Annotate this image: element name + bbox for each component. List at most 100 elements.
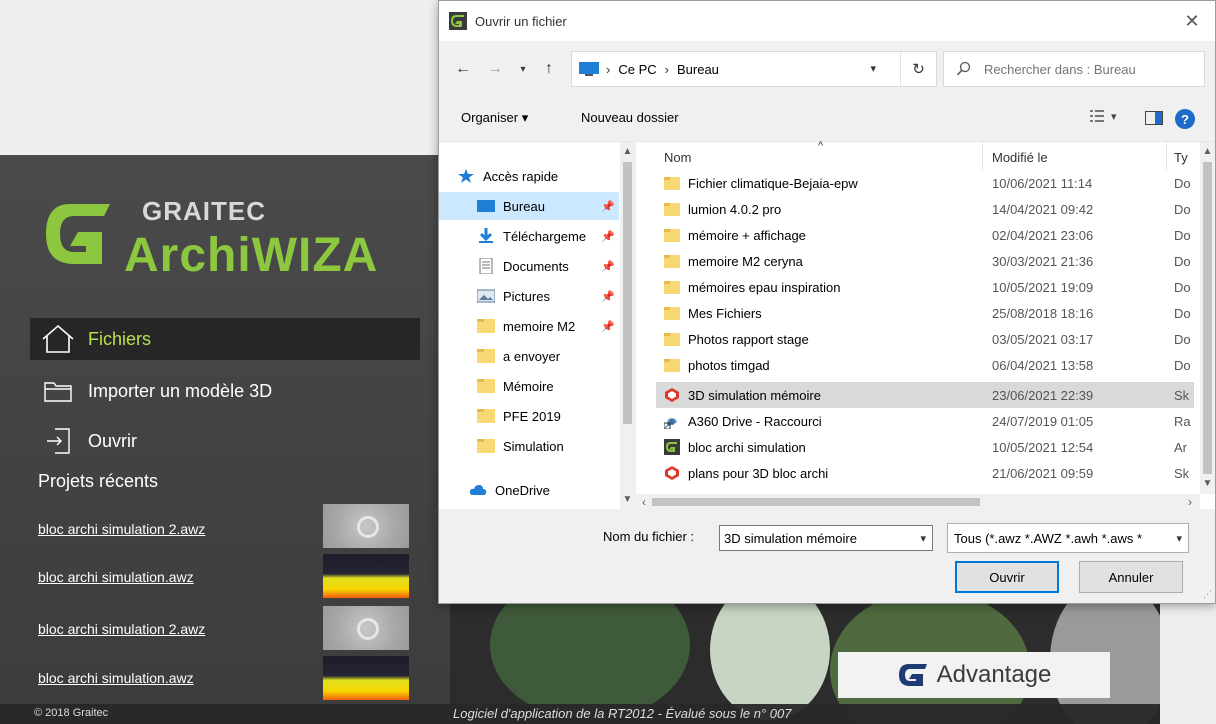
nav-item-downloads[interactable]: Téléchargeme 📌: [439, 222, 619, 250]
file-date: 23/06/2021 22:39: [992, 387, 1094, 403]
file-row[interactable]: Photos rapport stage 03/05/2021 03:17 Do: [656, 326, 1194, 352]
open-button[interactable]: Ouvrir: [955, 561, 1059, 593]
recent-project-thumbnail[interactable]: [323, 554, 409, 598]
nav-item-label: Téléchargeme: [503, 228, 587, 244]
up-arrow-icon[interactable]: ↑: [537, 57, 561, 81]
file-row[interactable]: plans pour 3D bloc archi 21/06/2021 09:5…: [656, 460, 1194, 486]
column-separator[interactable]: [1166, 142, 1167, 170]
nav-item-folder[interactable]: memoire M2 📌: [439, 312, 619, 340]
scrollbar-thumb[interactable]: [623, 162, 632, 424]
nav-fichiers[interactable]: Fichiers: [30, 318, 420, 360]
forward-arrow-icon[interactable]: →: [483, 57, 507, 81]
search-box[interactable]: [943, 51, 1205, 87]
scrollbar-thumb[interactable]: [1203, 162, 1212, 474]
scroll-down-icon[interactable]: ▼: [620, 492, 635, 507]
column-header-modified[interactable]: Modifié le: [992, 150, 1048, 165]
scroll-left-icon[interactable]: ‹: [636, 494, 652, 510]
close-icon[interactable]: ✕: [1169, 1, 1215, 41]
file-row-selected[interactable]: 3D simulation mémoire 23/06/2021 22:39 S…: [656, 382, 1194, 408]
file-row[interactable]: A360 Drive - Raccourci 24/07/2019 01:05 …: [656, 408, 1194, 434]
folder-icon: [664, 307, 680, 320]
desktop-icon: [477, 200, 495, 212]
file-type-select[interactable]: Tous (*.awz *.AWZ *.awh *.aws * ▾: [947, 523, 1189, 553]
dialog-titlebar[interactable]: Ouvrir un fichier ✕: [439, 1, 1215, 41]
scroll-up-icon[interactable]: ▲: [1200, 144, 1215, 159]
nav-item-folder[interactable]: PFE 2019: [439, 402, 619, 430]
help-icon[interactable]: ?: [1175, 109, 1195, 129]
breadcrumb-folder[interactable]: Bureau: [677, 62, 719, 77]
nav-item-folder[interactable]: Simulation: [439, 432, 619, 460]
recent-project-link[interactable]: bloc archi simulation.awz: [38, 670, 194, 686]
file-row[interactable]: bloc archi simulation 10/05/2021 12:54 A…: [656, 434, 1194, 460]
nav-item-onedrive[interactable]: OneDrive: [439, 476, 619, 504]
nav-item-folder[interactable]: Mémoire: [439, 372, 619, 400]
file-row[interactable]: memoire M2 ceryna 30/03/2021 21:36 Do: [656, 248, 1194, 274]
scrollbar-thumb[interactable]: [652, 498, 980, 506]
folder-icon: [477, 409, 495, 423]
file-name-input[interactable]: [724, 530, 904, 546]
recent-project-link[interactable]: bloc archi simulation 2.awz: [38, 521, 205, 537]
file-row[interactable]: Fichier climatique-Bejaia-epw 10/06/2021…: [656, 170, 1194, 196]
file-row[interactable]: mémoire + affichage 02/04/2021 23:06 Do: [656, 222, 1194, 248]
nav-item-label: Simulation: [503, 438, 564, 454]
nav-item-pictures[interactable]: Pictures 📌: [439, 282, 619, 310]
file-name-combobox[interactable]: ▾: [719, 525, 933, 551]
back-arrow-icon[interactable]: ←: [451, 57, 475, 81]
refresh-icon[interactable]: ↻: [900, 52, 936, 86]
nav-item-documents[interactable]: Documents 📌: [439, 252, 619, 280]
new-folder-button[interactable]: Nouveau dossier: [581, 110, 679, 125]
nav-item-quick-access[interactable]: Accès rapide: [439, 162, 619, 190]
search-input[interactable]: [984, 61, 1184, 77]
dialog-title: Ouvrir un fichier: [475, 13, 567, 29]
nav-item-folder[interactable]: a envoyer: [439, 342, 619, 370]
preview-pane-icon[interactable]: [1145, 111, 1163, 125]
recent-project-link[interactable]: bloc archi simulation 2.awz: [38, 621, 205, 637]
folder-icon: [664, 359, 680, 372]
address-dropdown-icon[interactable]: ▾: [870, 62, 876, 75]
nav-scrollbar[interactable]: ▲ ▼: [620, 142, 635, 510]
nav-item-bureau[interactable]: Bureau 📌: [439, 192, 619, 220]
column-header-type[interactable]: Ty: [1174, 150, 1194, 165]
recent-locations-chevron-icon[interactable]: ▾: [511, 57, 535, 81]
chevron-down-icon: ▾: [1111, 110, 1117, 123]
pin-icon: 📌: [601, 200, 615, 213]
organize-button[interactable]: Organiser ▾: [461, 110, 528, 126]
chevron-down-icon[interactable]: ▾: [920, 532, 926, 545]
details-view-icon: [1090, 110, 1104, 122]
recent-project-thumbnail[interactable]: [323, 606, 409, 650]
folder-icon: [664, 281, 680, 294]
address-bar[interactable]: › Ce PC › Bureau ▾ ↻: [571, 51, 937, 87]
scroll-up-icon[interactable]: ▲: [620, 144, 635, 159]
folder-icon: [477, 349, 495, 363]
file-list-scrollbar[interactable]: ▲ ▼: [1200, 142, 1215, 494]
recent-project-link[interactable]: bloc archi simulation.awz: [38, 569, 194, 585]
file-row[interactable]: photos timgad 06/04/2021 13:58 Do: [656, 352, 1194, 378]
nav-item-label: memoire M2: [503, 318, 576, 334]
view-options-button[interactable]: ▾: [1089, 109, 1117, 123]
file-row[interactable]: Mes Fichiers 25/08/2018 18:16 Do: [656, 300, 1194, 326]
column-separator[interactable]: [982, 142, 983, 170]
breadcrumb-root[interactable]: Ce PC: [618, 62, 656, 77]
nav-import-3d[interactable]: Importer un modèle 3D: [30, 370, 420, 412]
sketchup-icon: [665, 466, 679, 480]
home-icon: [38, 323, 78, 355]
file-row[interactable]: lumion 4.0.2 pro 14/04/2021 09:42 Do: [656, 196, 1194, 222]
horizontal-scrollbar[interactable]: ‹ ›: [636, 494, 1200, 510]
folder-icon: [664, 203, 680, 216]
recent-project-thumbnail[interactable]: [323, 656, 409, 700]
column-header-name[interactable]: Nom: [664, 150, 691, 165]
nav-label: Importer un modèle 3D: [88, 380, 273, 401]
file-type: Do: [1174, 253, 1191, 269]
breadcrumb-separator-icon: ›: [606, 61, 611, 77]
file-type: Do: [1174, 201, 1191, 217]
advantage-badge[interactable]: Advantage: [838, 652, 1110, 698]
file-row[interactable]: mémoires epau inspiration 10/05/2021 19:…: [656, 274, 1194, 300]
scroll-right-icon[interactable]: ›: [1182, 494, 1198, 510]
nav-open[interactable]: Ouvrir: [30, 420, 420, 462]
scroll-down-icon[interactable]: ▼: [1200, 476, 1215, 491]
cancel-button[interactable]: Annuler: [1079, 561, 1183, 593]
folder-icon: [664, 177, 680, 190]
recent-project-thumbnail[interactable]: [323, 504, 409, 548]
resize-grip-icon[interactable]: ⋰: [1203, 589, 1212, 600]
chevron-down-icon: ▾: [1173, 531, 1182, 545]
